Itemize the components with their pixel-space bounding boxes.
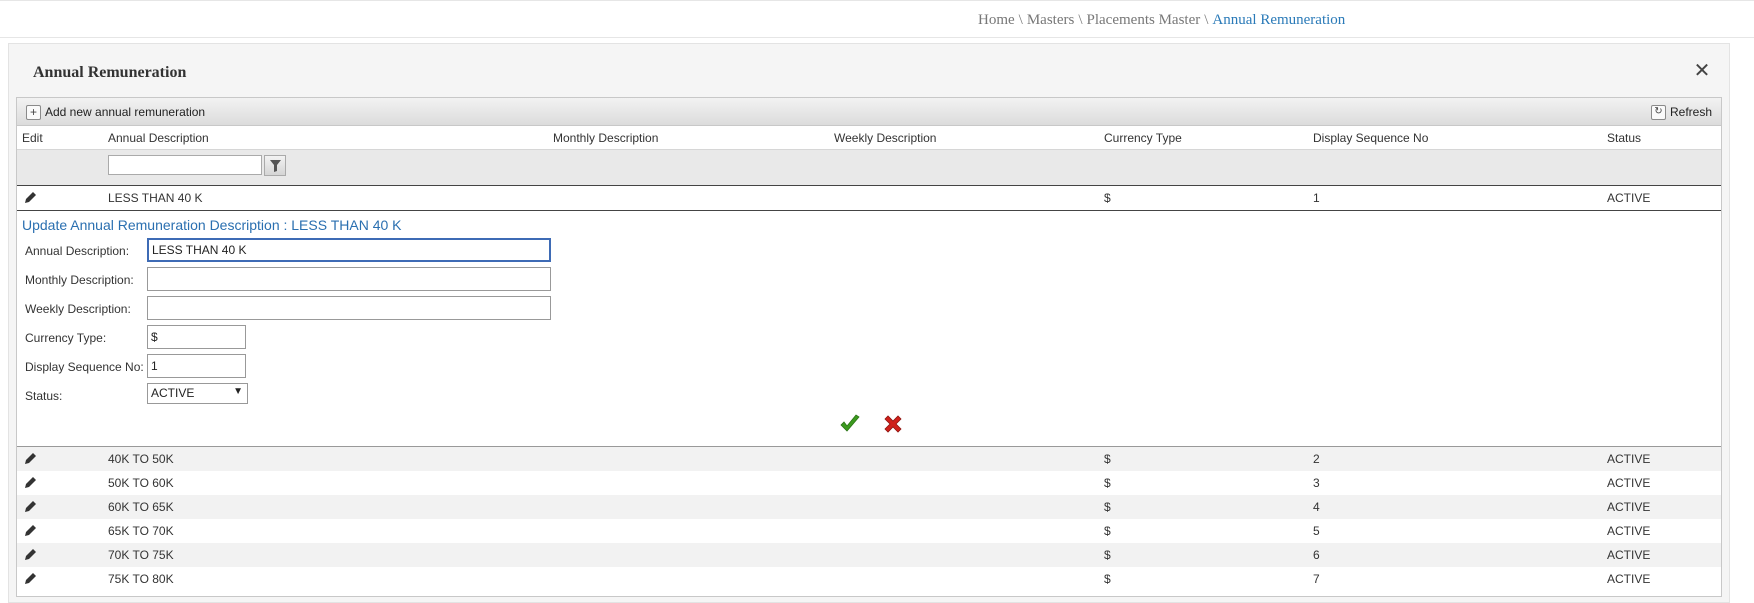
annual-description-filter-input[interactable] <box>108 155 262 175</box>
filter-row <box>17 150 1721 186</box>
table-row[interactable]: 60K TO 65K $ 4 ACTIVE <box>17 495 1721 519</box>
pencil-icon[interactable] <box>24 572 37 585</box>
cell-currency-type: $ <box>1104 524 1111 538</box>
refresh-button[interactable]: ↻ Refresh <box>1651 103 1712 121</box>
column-header-annual-description[interactable]: Annual Description <box>108 131 209 145</box>
cell-display-sequence-no: 1 <box>1313 191 1320 205</box>
cell-display-sequence-no: 3 <box>1313 476 1320 490</box>
cell-status: ACTIVE <box>1607 500 1651 514</box>
pencil-icon[interactable] <box>24 191 37 204</box>
monthly-description-field[interactable] <box>147 267 551 291</box>
cancel-x-icon[interactable] <box>882 413 904 435</box>
weekly-description-label: Weekly Description: <box>25 302 131 316</box>
display-sequence-no-label: Display Sequence No: <box>25 360 144 374</box>
table-row[interactable]: 40K TO 50K $ 2 ACTIVE <box>17 447 1721 471</box>
cell-display-sequence-no: 2 <box>1313 452 1320 466</box>
cell-status: ACTIVE <box>1607 191 1651 205</box>
breadcrumb-separator: \ <box>1078 12 1083 28</box>
table-row-editing[interactable]: LESS THAN 40 K $ 1 ACTIVE <box>17 186 1721 210</box>
cell-display-sequence-no: 7 <box>1313 572 1320 586</box>
cell-annual-description: 40K TO 50K <box>108 452 174 466</box>
close-icon[interactable]: ✕ <box>1693 61 1711 81</box>
cell-status: ACTIVE <box>1607 476 1651 490</box>
pencil-icon[interactable] <box>24 476 37 489</box>
filter-icon <box>270 160 281 172</box>
status-label: Status: <box>25 389 63 403</box>
grid-toolbar: + Add new annual remuneration ↻ Refresh <box>17 98 1721 126</box>
status-select[interactable]: ACTIVE ▼ <box>147 383 248 404</box>
table-row[interactable]: 65K TO 70K $ 5 ACTIVE <box>17 519 1721 543</box>
filter-button[interactable] <box>264 155 286 176</box>
grid-header: Edit Annual Description Monthly Descript… <box>17 126 1721 150</box>
cell-annual-description: 60K TO 65K <box>108 500 174 514</box>
cell-display-sequence-no: 4 <box>1313 500 1320 514</box>
cell-display-sequence-no: 6 <box>1313 548 1320 562</box>
breadcrumb-masters[interactable]: Masters <box>1027 12 1075 28</box>
cell-currency-type: $ <box>1104 572 1111 586</box>
currency-type-field[interactable] <box>147 325 246 349</box>
pencil-icon[interactable] <box>24 524 37 537</box>
panel-title: Annual Remuneration <box>33 64 187 81</box>
cell-annual-description: LESS THAN 40 K <box>108 191 203 205</box>
plus-icon: + <box>26 104 41 120</box>
annual-description-field[interactable] <box>147 238 551 262</box>
annual-description-label: Annual Description: <box>25 244 130 258</box>
column-header-display-sequence-no[interactable]: Display Sequence No <box>1313 131 1428 145</box>
add-new-button[interactable]: + Add new annual remuneration <box>26 103 205 121</box>
cell-status: ACTIVE <box>1607 548 1651 562</box>
breadcrumb-current: Annual Remuneration <box>1212 12 1346 28</box>
table-row[interactable]: 75K TO 80K $ 7 ACTIVE <box>17 567 1721 591</box>
breadcrumb: Home \ Masters \ Placements Master \ Annual Re… <box>978 12 1345 29</box>
weekly-description-field[interactable] <box>147 296 551 320</box>
column-header-weekly-description[interactable]: Weekly Description <box>834 131 936 145</box>
table-row[interactable]: 50K TO 60K $ 3 ACTIVE <box>17 471 1721 495</box>
cell-annual-description: 70K TO 75K <box>108 548 174 562</box>
cell-status: ACTIVE <box>1607 572 1651 586</box>
status-select-value: ACTIVE <box>151 386 195 400</box>
monthly-description-label: Monthly Description: <box>25 273 134 287</box>
breadcrumb-separator: \ <box>1018 12 1023 28</box>
cell-currency-type: $ <box>1104 191 1111 205</box>
edit-form: Update Annual Remuneration Description :… <box>17 210 1721 447</box>
pencil-icon[interactable] <box>24 452 37 465</box>
cell-currency-type: $ <box>1104 548 1111 562</box>
table-row[interactable]: 70K TO 75K $ 6 ACTIVE <box>17 543 1721 567</box>
breadcrumb-separator: \ <box>1204 12 1209 28</box>
column-header-edit: Edit <box>22 131 43 145</box>
breadcrumb-placements-master[interactable]: Placements Master <box>1087 12 1201 28</box>
pencil-icon[interactable] <box>24 500 37 513</box>
checkmark-icon[interactable] <box>839 413 861 435</box>
cell-currency-type: $ <box>1104 452 1111 466</box>
remuneration-grid: + Add new annual remuneration ↻ Refresh … <box>16 97 1722 597</box>
cell-currency-type: $ <box>1104 500 1111 514</box>
pencil-icon[interactable] <box>24 548 37 561</box>
cell-currency-type: $ <box>1104 476 1111 490</box>
currency-type-label: Currency Type: <box>25 331 107 345</box>
top-bar: Home \ Masters \ Placements Master \ Annual Re… <box>0 0 1754 38</box>
cell-annual-description: 50K TO 60K <box>108 476 174 490</box>
cell-annual-description: 65K TO 70K <box>108 524 174 538</box>
edit-form-title: Update Annual Remuneration Description :… <box>22 217 402 233</box>
cell-status: ACTIVE <box>1607 524 1651 538</box>
cell-display-sequence-no: 5 <box>1313 524 1320 538</box>
refresh-label: Refresh <box>1670 105 1713 119</box>
column-header-status[interactable]: Status <box>1607 131 1641 145</box>
cell-annual-description: 75K TO 80K <box>108 572 174 586</box>
display-sequence-no-field[interactable] <box>147 354 246 378</box>
chevron-down-icon: ▼ <box>233 386 243 397</box>
refresh-icon: ↻ <box>1651 104 1666 120</box>
column-header-monthly-description[interactable]: Monthly Description <box>553 131 658 145</box>
cell-status: ACTIVE <box>1607 452 1651 466</box>
add-new-label: Add new annual remuneration <box>45 105 206 119</box>
breadcrumb-home[interactable]: Home <box>978 12 1015 28</box>
column-header-currency-type[interactable]: Currency Type <box>1104 131 1182 145</box>
